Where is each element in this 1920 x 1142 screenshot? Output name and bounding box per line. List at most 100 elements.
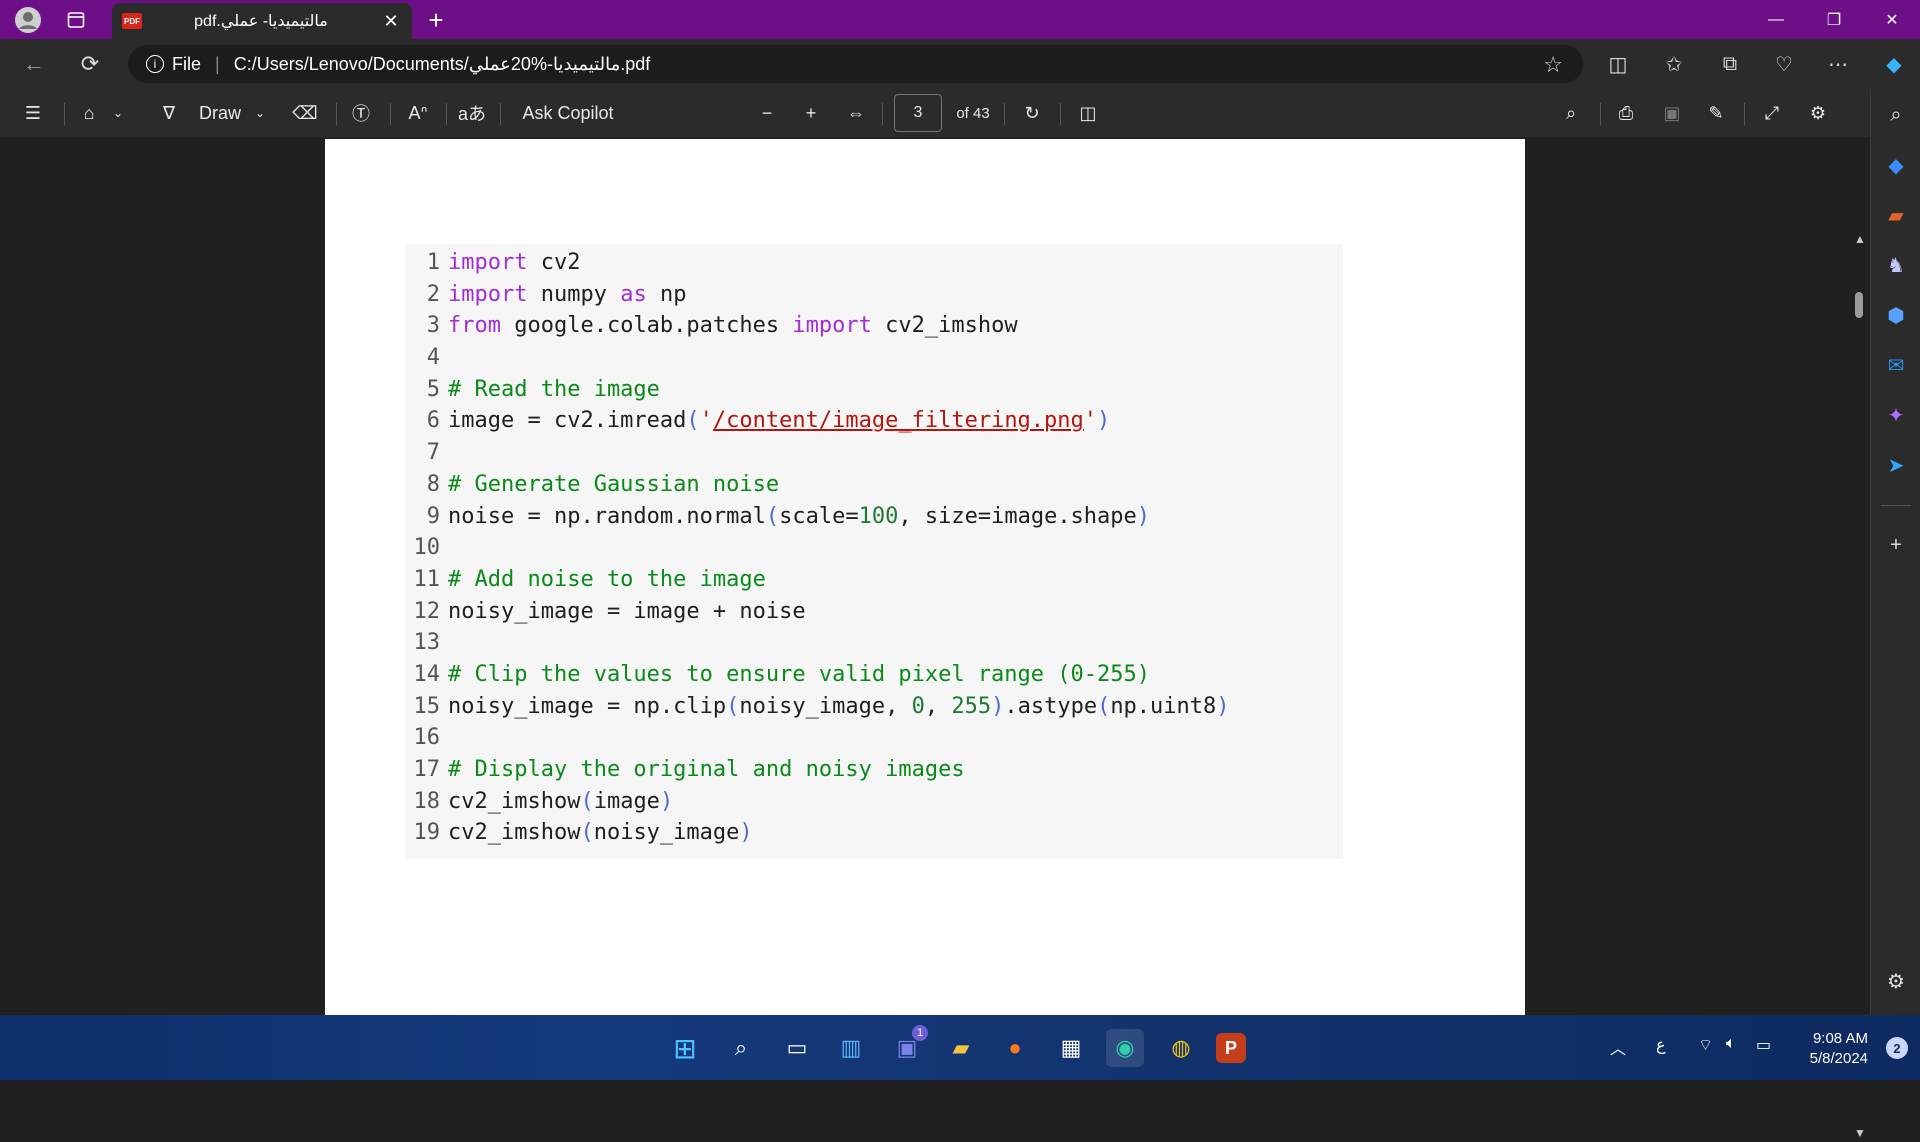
find-icon[interactable]: ⌕: [1556, 89, 1586, 137]
browser-essentials-icon[interactable]: ♡: [1766, 46, 1802, 82]
send-icon[interactable]: ➤: [1880, 449, 1912, 481]
add-sidebar-app-icon[interactable]: +: [1880, 529, 1912, 561]
page-view-icon[interactable]: ◫: [1070, 89, 1106, 137]
show-hidden-icons[interactable]: ︿: [1610, 1035, 1626, 1059]
chrome-icon[interactable]: ◍: [1162, 1029, 1200, 1067]
read-aloud-icon[interactable]: Aᐢ: [402, 89, 434, 137]
code-line: 4: [426, 345, 440, 371]
toolbar-divider: [1004, 103, 1005, 125]
new-tab-button[interactable]: +: [420, 4, 452, 36]
page-number-input[interactable]: 3: [894, 94, 942, 132]
draw-button[interactable]: Draw: [190, 89, 250, 137]
notification-badge[interactable]: 2: [1886, 1037, 1908, 1059]
tools-icon[interactable]: ▰: [1880, 199, 1912, 231]
copilot-icon[interactable]: ◆: [1876, 46, 1912, 82]
close-window-button[interactable]: ✕: [1864, 0, 1920, 39]
clock-time: 9:08 AM: [1812, 1030, 1868, 1047]
minimize-button[interactable]: —: [1748, 0, 1804, 39]
workspaces-icon[interactable]: [48, 0, 104, 39]
code-line: 19 cv2_imshow(noisy_image): [413, 820, 753, 846]
edge-icon[interactable]: ◉: [1106, 1029, 1144, 1067]
code-line: 18 cv2_imshow(image): [413, 788, 674, 814]
battery-icon[interactable]: ▭: [1756, 1035, 1771, 1055]
powerpoint-icon[interactable]: P: [1216, 1033, 1246, 1063]
toolbar-divider: [882, 103, 883, 125]
clock[interactable]: 9:08 AM 5/8/2024: [1810, 1029, 1868, 1069]
teams-icon[interactable]: ▣ 1: [888, 1025, 928, 1067]
collections-icon[interactable]: ⧉: [1712, 46, 1748, 82]
toolbar-divider: [446, 103, 447, 125]
text-box-icon[interactable]: Ⓣ: [346, 89, 376, 137]
shopping-icon[interactable]: ◆: [1880, 149, 1912, 181]
restore-button[interactable]: ❐: [1806, 0, 1862, 39]
rotate-icon[interactable]: ↻: [1016, 89, 1048, 137]
draw-dropdown-icon[interactable]: ⌄: [250, 89, 270, 137]
start-icon[interactable]: ⊞: [666, 1029, 704, 1067]
code-line: 13: [413, 630, 441, 656]
widgets-icon[interactable]: ▥: [832, 1029, 870, 1067]
microsoft-store-icon[interactable]: ▦: [1052, 1029, 1090, 1067]
contents-icon[interactable]: ☰: [18, 89, 48, 137]
toolbar-divider: [390, 103, 391, 125]
ask-copilot-button[interactable]: Ask Copilot: [518, 89, 618, 137]
pdf-viewer[interactable]: 1 import cv2 2 import numpy as np 3 from go…: [0, 137, 1870, 1140]
address-bar[interactable]: i File | C:/Users/Lenovo/Documents/مالتي…: [128, 45, 1583, 83]
toolbar-divider: [1060, 103, 1061, 125]
code-line: 7: [426, 440, 440, 466]
address-separator: |: [215, 53, 220, 74]
code-line: 17 # Display the original and noisy image…: [413, 757, 965, 782]
code-line: 12 noisy_image = image + noise: [413, 598, 806, 624]
back-button[interactable]: ←: [10, 44, 58, 84]
code-line: 8 # Generate Gaussian noise: [426, 471, 780, 497]
code-line: 1 import cv2: [426, 250, 581, 275]
wifi-icon[interactable]: ⌔: [1698, 1035, 1713, 1055]
toolbar-divider: [1600, 103, 1601, 125]
save-icon[interactable]: ▣: [1656, 89, 1688, 137]
refresh-button[interactable]: ⟳: [66, 44, 114, 84]
address-url: C:/Users/Lenovo/Documents/مالتيميديا-%20…: [233, 53, 651, 74]
fullscreen-icon[interactable]: ⤢: [1756, 89, 1788, 137]
toolbar-divider: [336, 103, 337, 125]
eraser-icon[interactable]: ⌫: [290, 89, 320, 137]
zoom-in-icon[interactable]: +: [796, 89, 826, 137]
microsoft-365-icon[interactable]: ⬢: [1880, 299, 1912, 331]
input-language[interactable]: ع: [1656, 1035, 1666, 1055]
sidebar-settings-icon[interactable]: ⚙: [1880, 965, 1912, 997]
outlook-icon[interactable]: ✉: [1880, 349, 1912, 381]
favorites-icon[interactable]: ✩: [1656, 46, 1692, 82]
address-scheme-label: File: [172, 53, 202, 74]
browser-tab[interactable]: PDF مالتيميديا- عملي.pdf ✕: [112, 3, 412, 39]
more-menu-icon[interactable]: ⋯: [1820, 46, 1856, 82]
games-icon[interactable]: ♞: [1880, 249, 1912, 281]
sidebar-search-icon[interactable]: ⌕: [1880, 99, 1912, 131]
translate-icon[interactable]: aあ: [456, 89, 488, 137]
designer-icon[interactable]: ✦: [1880, 399, 1912, 431]
zoom-out-icon[interactable]: −: [752, 89, 782, 137]
file-explorer-icon[interactable]: ▰: [942, 1029, 980, 1067]
info-icon[interactable]: i: [146, 55, 164, 73]
close-tab-icon[interactable]: ✕: [380, 11, 402, 32]
save-as-icon[interactable]: ✎: [1700, 89, 1732, 137]
teams-badge: 1: [912, 1025, 928, 1041]
scroll-up-icon[interactable]: ▲: [1854, 232, 1866, 246]
highlight-icon[interactable]: ⌂: [74, 89, 104, 137]
code-line: 14 # Clip the values to ensure valid pixe…: [413, 661, 1151, 687]
scrollbar-thumb[interactable]: [1855, 292, 1863, 318]
print-icon[interactable]: ⎙: [1610, 89, 1642, 137]
tab-title: مالتيميديا- عملي.pdf: [194, 13, 328, 30]
sidebar-divider: [1881, 505, 1911, 506]
scroll-down-icon[interactable]: ▼: [1854, 1126, 1866, 1140]
task-view-icon[interactable]: ▭: [778, 1029, 816, 1067]
vertical-scrollbar[interactable]: ▲ ▼: [1851, 232, 1867, 1142]
highlight-dropdown-icon[interactable]: ⌄: [108, 89, 128, 137]
favorite-star-icon[interactable]: ☆: [1543, 52, 1563, 78]
volume-icon[interactable]: 🔈︎: [1726, 1035, 1736, 1053]
pdf-toolbar: ☰ ⌂ ⌄ ∇ Draw ⌄ ⌫ Ⓣ Aᐢ aあ Ask Copilot − +…: [0, 89, 1870, 137]
pdf-settings-icon[interactable]: ⚙: [1802, 89, 1834, 137]
draw-icon[interactable]: ∇: [156, 89, 182, 137]
fit-width-icon[interactable]: ⇔: [840, 89, 872, 137]
firefox-icon[interactable]: ●: [996, 1029, 1034, 1067]
taskbar-search-icon[interactable]: ⌕: [722, 1029, 760, 1067]
code-block: 1 import cv2 2 import numpy as np 3 from go…: [405, 244, 1343, 859]
split-screen-icon[interactable]: ◫: [1600, 46, 1636, 82]
